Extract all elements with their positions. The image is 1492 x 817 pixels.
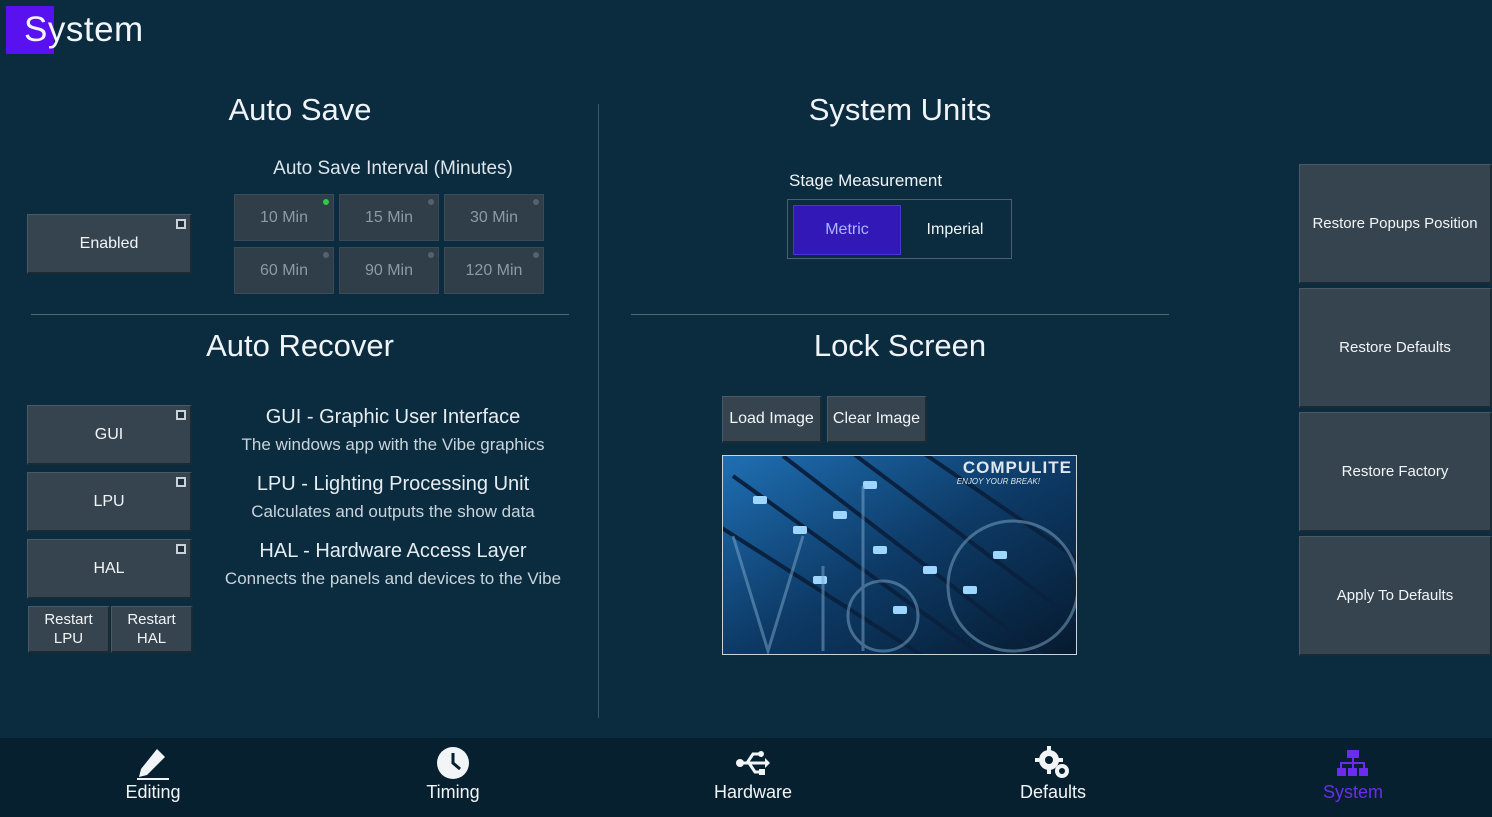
interval-90-min-button[interactable]: 90 Min [339, 247, 439, 294]
auto-recover-lpu-toggle[interactable]: LPU [27, 472, 192, 532]
interval-120-min-button[interactable]: 120 Min [444, 247, 544, 294]
interval-label: 15 Min [364, 208, 414, 226]
restore-defaults-button[interactable]: Restore Defaults [1299, 288, 1492, 408]
restart-lpu-button[interactable]: Restart LPU [28, 606, 110, 653]
nav-label: Defaults [1019, 782, 1087, 802]
unit-imperial-button[interactable]: Imperial [902, 205, 1008, 255]
interval-label: 120 Min [465, 261, 523, 279]
nav-label: Editing [125, 782, 181, 802]
restore-popups-position-button[interactable]: Restore Popups Position [1299, 164, 1492, 284]
indicator-icon [533, 252, 539, 258]
apply-to-defaults-button[interactable]: Apply To Defaults [1299, 536, 1492, 656]
stage-measurement-label: Stage Measurement [789, 171, 943, 190]
indicator-icon [323, 252, 329, 258]
checkbox-indicator-icon [176, 544, 186, 554]
lpu-description-sub: Calculates and outputs the show data [251, 502, 535, 521]
auto-save-heading: Auto Save [228, 92, 372, 127]
interval-label: 10 Min [259, 208, 309, 226]
hal-description-title: HAL - Hardware Access Layer [259, 540, 527, 562]
indicator-icon [533, 199, 539, 205]
auto-recover-hal-toggle[interactable]: HAL [27, 539, 192, 599]
unit-metric-button[interactable]: Metric [793, 205, 901, 255]
enabled-label: Enabled [79, 234, 139, 252]
nav-label: Hardware [713, 782, 793, 802]
usb-icon [735, 746, 771, 780]
clear-image-button[interactable]: Clear Image [827, 396, 927, 443]
auto-recover-heading: Auto Recover [206, 328, 394, 363]
interval-30-min-button[interactable]: 30 Min [444, 194, 544, 241]
indicator-icon [428, 199, 434, 205]
lock-screen-image-preview: COMPULITE ENJOY YOUR BREAK! [722, 455, 1077, 655]
restart-hal-button[interactable]: Restart HAL [111, 606, 193, 653]
network-icon [1336, 746, 1370, 780]
interval-60-min-button[interactable]: 60 Min [234, 247, 334, 294]
checkbox-indicator-icon [176, 410, 186, 420]
auto-recover-gui-toggle[interactable]: GUI [27, 405, 192, 465]
restart-hal-label-line1: Restart [127, 611, 176, 628]
divider [631, 314, 1169, 315]
vertical-divider [598, 104, 599, 718]
restart-hal-label-line2: HAL [136, 630, 167, 647]
nav-timing[interactable]: Timing [353, 738, 553, 817]
hal-label: HAL [93, 559, 125, 577]
active-indicator-icon [323, 199, 329, 205]
hal-description-sub: Connects the panels and devices to the V… [224, 569, 562, 588]
bottom-navigation: Editing Timing Hardware Defaults System [0, 738, 1492, 817]
lock-screen-heading: Lock Screen [813, 328, 987, 363]
auto-save-interval-label: Auto Save Interval (Minutes) [273, 158, 513, 179]
checkbox-indicator-icon [176, 219, 186, 229]
auto-save-enabled-toggle[interactable]: Enabled [27, 214, 192, 274]
interval-10-min-button[interactable]: 10 Min [234, 194, 334, 241]
checkbox-indicator-icon [176, 477, 186, 487]
load-image-button[interactable]: Load Image [722, 396, 822, 443]
clock-icon [436, 746, 470, 780]
restart-lpu-label-line2: LPU [53, 630, 84, 647]
interval-15-min-button[interactable]: 15 Min [339, 194, 439, 241]
nav-hardware[interactable]: Hardware [653, 738, 853, 817]
lpu-description-title: LPU - Lighting Processing Unit [256, 473, 530, 495]
page-title: System [24, 10, 144, 49]
nav-label: System [1322, 782, 1383, 802]
gui-label: GUI [94, 425, 124, 443]
indicator-icon [428, 252, 434, 258]
interval-label: 60 Min [259, 261, 309, 279]
nav-editing[interactable]: Editing [53, 738, 253, 817]
image-tagline-text: ENJOY YOUR BREAK! [956, 477, 1040, 486]
gui-description-sub: The windows app with the Vibe graphics [241, 435, 545, 454]
restore-factory-button[interactable]: Restore Factory [1299, 412, 1492, 532]
gears-icon [1035, 746, 1071, 780]
pencil-icon [135, 746, 171, 780]
nav-label: Timing [426, 782, 480, 802]
gui-description-title: GUI - Graphic User Interface [265, 406, 521, 428]
interval-label: 30 Min [469, 208, 519, 226]
system-units-heading: System Units [808, 92, 992, 127]
stage-measurement-selector: Metric Imperial [787, 199, 1012, 259]
restart-lpu-label-line1: Restart [44, 611, 93, 628]
divider [31, 314, 569, 315]
nav-defaults[interactable]: Defaults [953, 738, 1153, 817]
lpu-label: LPU [93, 492, 125, 510]
interval-label: 90 Min [364, 261, 414, 279]
nav-system[interactable]: System [1253, 738, 1453, 817]
image-brand-text: COMPULITE [962, 458, 1072, 477]
